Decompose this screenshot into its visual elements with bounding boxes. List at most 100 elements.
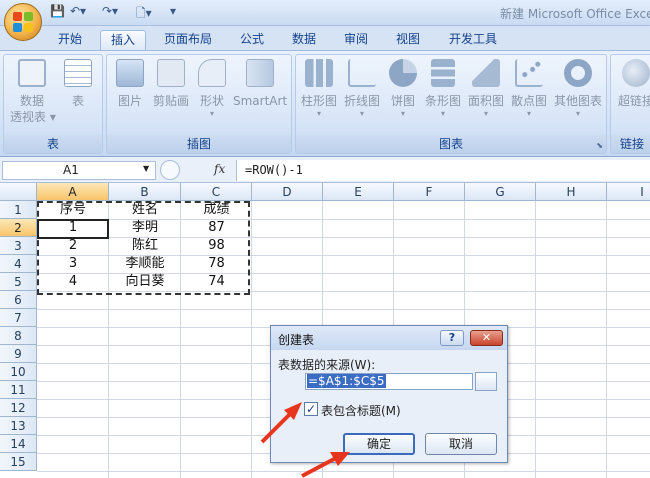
customize-toolbar-button[interactable]: ▾ bbox=[170, 4, 176, 21]
name-box[interactable]: A1 bbox=[2, 161, 156, 180]
picture-icon bbox=[116, 59, 144, 87]
select-all-corner[interactable] bbox=[0, 183, 37, 201]
pie-chart-button[interactable]: 饼图 ▾ bbox=[386, 59, 420, 119]
formula-expand-icon[interactable] bbox=[160, 160, 180, 180]
row-header-9[interactable]: 9 bbox=[0, 345, 37, 363]
range-picker-icon[interactable] bbox=[475, 372, 497, 391]
shapes-label: 形状 bbox=[199, 94, 224, 108]
pivot-table-icon bbox=[18, 59, 46, 87]
formula-input[interactable]: =ROW()-1 bbox=[236, 160, 650, 181]
row-header-10[interactable]: 10 bbox=[0, 363, 37, 381]
has-headers-label[interactable]: 表包含标题(M) bbox=[321, 402, 401, 419]
column-chart-button[interactable]: 柱形图 ▾ bbox=[299, 59, 339, 119]
pivot-table-label: 数据 透视表 ▾ bbox=[10, 94, 56, 124]
row-header-5[interactable]: 5 bbox=[0, 273, 37, 291]
tab-insert[interactable]: 插入 bbox=[100, 30, 146, 51]
row-header-8[interactable]: 8 bbox=[0, 327, 37, 345]
column-header-h[interactable]: H bbox=[536, 183, 607, 201]
picture-button[interactable]: 图片 bbox=[113, 59, 147, 109]
chevron-down-icon: ▾ bbox=[526, 109, 531, 118]
row-header-6[interactable]: 6 bbox=[0, 291, 37, 309]
tab-home[interactable]: 开始 bbox=[48, 30, 92, 51]
pivot-table-button[interactable]: 数据 透视表 ▾ bbox=[10, 59, 56, 125]
row-header-2[interactable]: 2 bbox=[0, 219, 37, 237]
tab-data[interactable]: 数据 bbox=[284, 30, 324, 51]
column-header-a[interactable]: A bbox=[37, 183, 109, 201]
row-header-11[interactable]: 11 bbox=[0, 381, 37, 399]
tab-view[interactable]: 视图 bbox=[388, 30, 428, 51]
line-chart-label: 折线图 bbox=[343, 94, 380, 108]
row-header-3[interactable]: 3 bbox=[0, 237, 37, 255]
title-bar: 💾 ↶▾ ↷▾ 🗋▾ ▾ 新建 Microsoft Office Exce bbox=[0, 0, 650, 26]
row-header-13[interactable]: 13 bbox=[0, 417, 37, 435]
scatter-chart-icon bbox=[515, 59, 543, 87]
scatter-chart-button[interactable]: 散点图 ▾ bbox=[509, 59, 549, 119]
group-illustrations: 图片 剪贴画 形状 ▾ SmartArt 插图 bbox=[106, 54, 292, 154]
undo-icon[interactable]: ↶▾ bbox=[70, 4, 86, 21]
office-logo-icon bbox=[13, 12, 33, 32]
smartart-button[interactable]: SmartArt bbox=[233, 59, 287, 109]
column-chart-label: 柱形图 bbox=[300, 94, 337, 108]
area-chart-icon bbox=[472, 59, 500, 87]
office-button[interactable] bbox=[4, 3, 42, 41]
chevron-down-icon: ▾ bbox=[440, 109, 445, 118]
group-tables: 数据 透视表 ▾ 表 表 bbox=[3, 54, 103, 154]
clipart-label: 剪贴画 bbox=[152, 94, 189, 108]
row-header-7[interactable]: 7 bbox=[0, 309, 37, 327]
chevron-down-icon[interactable]: ▼ bbox=[143, 164, 149, 173]
dialog-title-bar[interactable]: 创建表 ? ✕ bbox=[271, 326, 507, 350]
bar-chart-button[interactable]: 条形图 ▾ bbox=[423, 59, 463, 119]
scatter-chart-label: 散点图 bbox=[510, 94, 547, 108]
dialog-launcher-icon[interactable]: ⬊ bbox=[596, 141, 603, 150]
column-header-d[interactable]: D bbox=[252, 183, 323, 201]
row-header-12[interactable]: 12 bbox=[0, 399, 37, 417]
help-button[interactable]: ? bbox=[440, 330, 464, 346]
gridline bbox=[535, 201, 536, 478]
table-label: 表 bbox=[71, 94, 84, 108]
row-header-15[interactable]: 15 bbox=[0, 453, 37, 471]
ribbon: 数据 透视表 ▾ 表 表 图片 剪贴画 形状 ▾ SmartArt 插图 柱形图… bbox=[0, 50, 650, 157]
tab-page-layout[interactable]: 页面布局 bbox=[156, 30, 220, 51]
tab-review[interactable]: 审阅 bbox=[336, 30, 376, 51]
hyperlink-button[interactable]: 超链接 bbox=[614, 59, 650, 109]
tab-developer[interactable]: 开发工具 bbox=[440, 30, 506, 51]
line-chart-button[interactable]: 折线图 ▾ bbox=[342, 59, 382, 119]
cancel-button[interactable]: 取消 bbox=[425, 433, 497, 455]
column-header-i[interactable]: I bbox=[607, 183, 650, 201]
formula-bar: A1 ▼ fx =ROW()-1 bbox=[0, 157, 650, 183]
save-icon[interactable]: 💾 bbox=[50, 4, 65, 21]
row-header-14[interactable]: 14 bbox=[0, 435, 37, 453]
row-header-4[interactable]: 4 bbox=[0, 255, 37, 273]
ribbon-tabs: 开始 插入 页面布局 公式 数据 审阅 视图 开发工具 bbox=[0, 26, 650, 51]
range-input[interactable]: =$A$1:$C$5 bbox=[305, 373, 473, 390]
shapes-button[interactable]: 形状 ▾ bbox=[195, 59, 229, 119]
group-links: 超链接 链接 bbox=[610, 54, 650, 154]
row-header-1[interactable]: 1 bbox=[0, 201, 37, 219]
column-header-e[interactable]: E bbox=[323, 183, 394, 201]
column-header-g[interactable]: G bbox=[465, 183, 536, 201]
close-button[interactable]: ✕ bbox=[470, 330, 503, 346]
column-header-c[interactable]: C bbox=[181, 183, 252, 201]
range-value: =$A$1:$C$5 bbox=[307, 374, 386, 388]
smartart-label: SmartArt bbox=[233, 94, 288, 108]
table-icon bbox=[64, 59, 92, 87]
column-header-f[interactable]: F bbox=[394, 183, 465, 201]
area-chart-button[interactable]: 面积图 ▾ bbox=[466, 59, 506, 119]
area-chart-label: 面积图 bbox=[467, 94, 504, 108]
insert-function-icon[interactable]: fx bbox=[214, 162, 225, 176]
group-label-links: 链接 bbox=[611, 135, 650, 153]
table-button[interactable]: 表 bbox=[58, 59, 98, 109]
has-headers-checkbox[interactable]: ✓ bbox=[304, 402, 318, 416]
redo-icon[interactable]: ↷▾ bbox=[102, 4, 118, 21]
print-preview-icon[interactable]: 🗋▾ bbox=[136, 4, 152, 21]
column-header-b[interactable]: B bbox=[109, 183, 181, 201]
chevron-down-icon: ▾ bbox=[575, 109, 580, 118]
group-charts: 柱形图 ▾ 折线图 ▾ 饼图 ▾ 条形图 ▾ 面积图 ▾ 散点图 ▾ 其他图表 … bbox=[295, 54, 607, 154]
clipart-button[interactable]: 剪贴画 bbox=[151, 59, 191, 109]
picture-label: 图片 bbox=[117, 94, 142, 108]
bar-chart-icon bbox=[431, 59, 455, 87]
chevron-down-icon: ▾ bbox=[400, 109, 405, 118]
tab-formulas[interactable]: 公式 bbox=[232, 30, 272, 51]
clipart-icon bbox=[157, 59, 185, 87]
other-charts-button[interactable]: 其他图表 ▾ bbox=[552, 59, 604, 119]
